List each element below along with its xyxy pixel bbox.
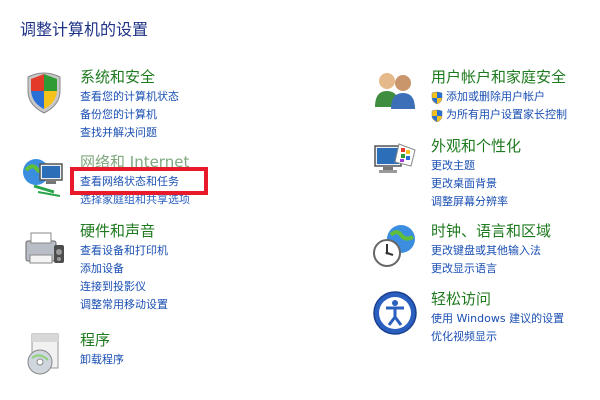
- category-title[interactable]: 时钟、语言和区域: [431, 221, 551, 241]
- link-troubleshoot[interactable]: 查找并解决问题: [80, 124, 179, 142]
- link-mobility-settings[interactable]: 调整常用移动设置: [80, 296, 168, 314]
- link-screen-resolution[interactable]: 调整屏幕分辨率: [431, 193, 521, 211]
- category-title[interactable]: 系统和安全: [80, 67, 179, 87]
- clock-globe-icon[interactable]: [371, 221, 419, 269]
- uac-shield-icon: [431, 109, 443, 122]
- users-icon[interactable]: [371, 67, 419, 115]
- monitor-palette-icon[interactable]: [371, 136, 419, 184]
- link-change-keyboard[interactable]: 更改键盘或其他输入法: [431, 242, 551, 260]
- link-optimize-display[interactable]: 优化视频显示: [431, 328, 564, 346]
- category-title[interactable]: 程序: [80, 330, 124, 350]
- printer-icon[interactable]: [20, 221, 68, 269]
- link-change-theme[interactable]: 更改主题: [431, 157, 521, 175]
- link-connect-projector[interactable]: 连接到投影仪: [80, 278, 168, 296]
- link-devices-printers[interactable]: 查看设备和打印机: [80, 242, 168, 260]
- link-label: 为所有用户设置家长控制: [446, 108, 567, 121]
- link-windows-recommended[interactable]: 使用 Windows 建议的设置: [431, 310, 564, 328]
- link-view-network-status[interactable]: 查看网络状态和任务: [80, 173, 190, 191]
- category-title[interactable]: 网络和 Internet: [80, 152, 190, 172]
- link-view-computer-status[interactable]: 查看您的计算机状态: [80, 88, 179, 106]
- link-label: 添加或删除用户帐户: [446, 90, 545, 103]
- link-change-background[interactable]: 更改桌面背景: [431, 175, 521, 193]
- network-globe-icon[interactable]: [20, 152, 68, 200]
- category-title[interactable]: 用户帐户和家庭安全: [431, 67, 567, 87]
- link-add-device[interactable]: 添加设备: [80, 260, 168, 278]
- accessibility-icon[interactable]: [371, 289, 419, 337]
- link-add-remove-accounts[interactable]: 添加或删除用户帐户: [431, 88, 567, 106]
- category-title[interactable]: 外观和个性化: [431, 136, 521, 156]
- link-parental-controls[interactable]: 为所有用户设置家长控制: [431, 106, 567, 124]
- link-change-display-language[interactable]: 更改显示语言: [431, 260, 551, 278]
- category-title[interactable]: 轻松访问: [431, 289, 564, 309]
- category-title[interactable]: 硬件和声音: [80, 221, 168, 241]
- shield-icon[interactable]: [20, 67, 68, 115]
- link-homegroup-sharing[interactable]: 选择家庭组和共享选项: [80, 191, 190, 209]
- page-title: 调整计算机的设置: [20, 20, 149, 39]
- link-backup-computer[interactable]: 备份您的计算机: [80, 106, 179, 124]
- link-uninstall-program[interactable]: 卸载程序: [80, 351, 124, 369]
- uac-shield-icon: [431, 91, 443, 104]
- programs-disc-icon[interactable]: [20, 330, 68, 378]
